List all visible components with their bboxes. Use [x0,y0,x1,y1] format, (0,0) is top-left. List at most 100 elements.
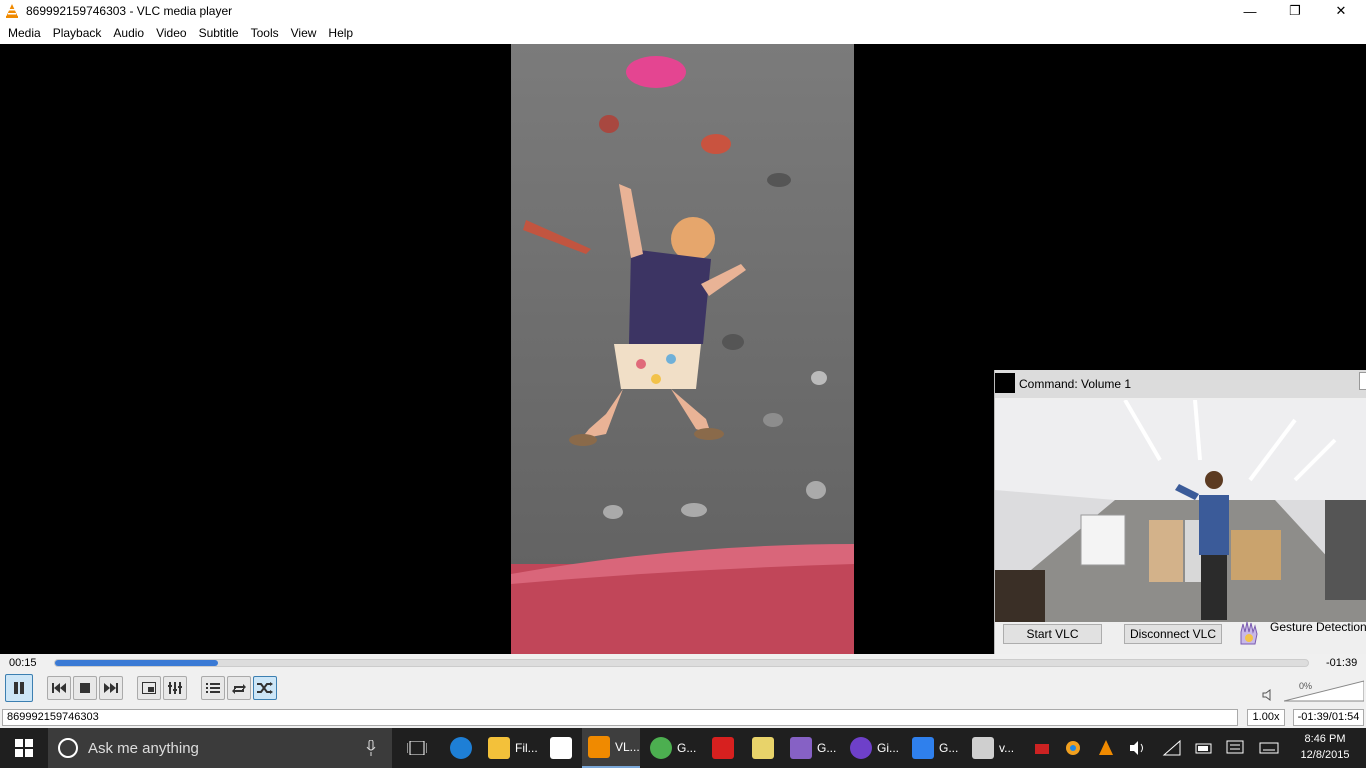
paint-icon [972,737,994,759]
cortana-icon [58,738,78,758]
status-bar: 869992159746303 1.00x -01:39/01:54 [0,708,1366,728]
pause-icon [14,682,24,694]
volume-icon[interactable] [1128,738,1148,758]
start-vlc-button[interactable]: Start VLC [1003,624,1102,644]
menu-view[interactable]: View [285,22,323,44]
menu-subtitle[interactable]: Subtitle [193,22,245,44]
loop-icon [232,684,246,694]
menu-video[interactable]: Video [150,22,192,44]
fullscreen-button[interactable] [137,676,161,700]
camera-feed [995,400,1366,622]
edge-icon [450,737,472,759]
stop-icon [80,683,90,693]
fullscreen-icon [142,682,156,694]
video-frame[interactable] [511,44,854,654]
minimize-button[interactable]: — [1227,0,1273,22]
keyboard-icon[interactable] [1259,738,1279,758]
task-view-icon [407,741,427,755]
clock-date: 12/8/2015 [1300,749,1350,761]
maximize-button[interactable]: ❐ [1272,0,1318,22]
extended-settings-icon [168,682,182,694]
playlist-icon [206,683,220,693]
stop-button[interactable] [73,676,97,700]
taskbar-item-github[interactable]: Gi... [844,728,904,768]
visual-studio-icon [790,737,812,759]
taskbar-item-label: G... [677,741,697,755]
search-placeholder: Ask me anything [88,739,199,757]
disconnect-vlc-button[interactable]: Disconnect VLC [1124,624,1222,644]
menu-media[interactable]: Media [2,22,47,44]
taskbar-item-folder[interactable] [746,728,782,768]
wifi-icon[interactable] [1162,738,1182,758]
vlc-icon [6,4,18,18]
acrobat-icon [712,737,734,759]
overlay-header: Command: Volume 1 [995,370,1366,398]
menu-tools[interactable]: Tools [245,22,285,44]
next-button[interactable] [99,676,123,700]
seek-bar[interactable] [54,659,1309,667]
status-filename: 869992159746303 [2,709,1238,726]
menu-playback[interactable]: Playback [47,22,108,44]
menu-audio[interactable]: Audio [107,22,150,44]
video-image [511,44,854,654]
extended-settings-button[interactable] [163,676,187,700]
taskbar-item-visual-studio[interactable]: G... [784,728,842,768]
action-center-icon[interactable] [1225,738,1245,758]
remaining-time: -01:39 [1326,657,1358,669]
window-app-icon [912,737,934,759]
battery-icon[interactable] [1194,738,1214,758]
taskbar-clock[interactable]: 8:46 PM 12/8/2015 [1294,731,1356,763]
file-explorer-icon [488,737,510,759]
taskbar-item-file-explorer[interactable]: Fil... [482,728,542,768]
tray-app-icon[interactable] [1032,738,1052,758]
previous-icon [52,683,66,693]
taskbar-item-label: G... [817,741,837,755]
windows-logo-icon [15,739,33,757]
next-icon [104,683,118,693]
github-icon [850,737,872,759]
edge-button[interactable] [444,728,480,768]
speaker-icon[interactable] [1262,688,1276,702]
playback-rate[interactable]: 1.00x [1247,709,1285,726]
clock-time: 8:46 PM [1304,733,1346,745]
gesture-detection-label: Gesture Detection: [1270,620,1366,634]
overlay-scroll-button[interactable] [1359,372,1366,390]
overlay-indicator [995,373,1015,393]
close-button[interactable]: ✕ [1318,0,1364,22]
window-title: 869992159746303 - VLC media player [26,4,233,18]
taskbar-item-paint[interactable]: v... [966,728,1024,768]
gesture-overlay-window: Command: Volume 1 Start VLC Disconnect V… [994,370,1366,654]
tray-network-app-icon[interactable] [1063,738,1083,758]
taskbar-item-vlc[interactable]: VL... [582,728,640,768]
hand-gesture-icon [1240,621,1258,645]
tray-vlc-icon[interactable] [1096,738,1116,758]
folder-icon [752,737,774,759]
shuffle-button[interactable] [253,676,277,700]
chrome-icon [650,737,672,759]
task-view-button[interactable] [400,728,434,768]
taskbar-item-label: Gi... [877,741,900,755]
menu-bar: Media Playback Audio Video Subtitle Tool… [0,22,1366,44]
title-bar: 869992159746303 - VLC media player — ❐ ✕ [0,0,1366,22]
taskbar-item-chrome[interactable]: G... [644,728,702,768]
menu-help[interactable]: Help [322,22,359,44]
search-box[interactable]: Ask me anything [48,728,392,768]
taskbar-item-label: G... [939,741,959,755]
playlist-button[interactable] [201,676,225,700]
status-time[interactable]: -01:39/01:54 [1293,709,1364,726]
taskbar-item-window-app[interactable]: G... [906,728,964,768]
loop-button[interactable] [227,676,251,700]
pause-button[interactable] [5,674,33,702]
camera-image [995,400,1366,622]
taskbar-item-label: VL... [615,740,640,754]
volume-slider[interactable] [1284,680,1364,702]
taskbar-item-acrobat[interactable] [706,728,742,768]
start-button[interactable] [0,728,48,768]
taskbar-item-label: v... [999,741,1015,755]
previous-button[interactable] [47,676,71,700]
shuffle-icon [257,682,273,694]
microphone-icon[interactable] [366,740,376,756]
taskbar-item-label: Fil... [515,741,538,755]
taskbar: Ask me anything Fil... VL... G... G... G… [0,728,1366,768]
taskbar-item-store[interactable] [544,728,580,768]
